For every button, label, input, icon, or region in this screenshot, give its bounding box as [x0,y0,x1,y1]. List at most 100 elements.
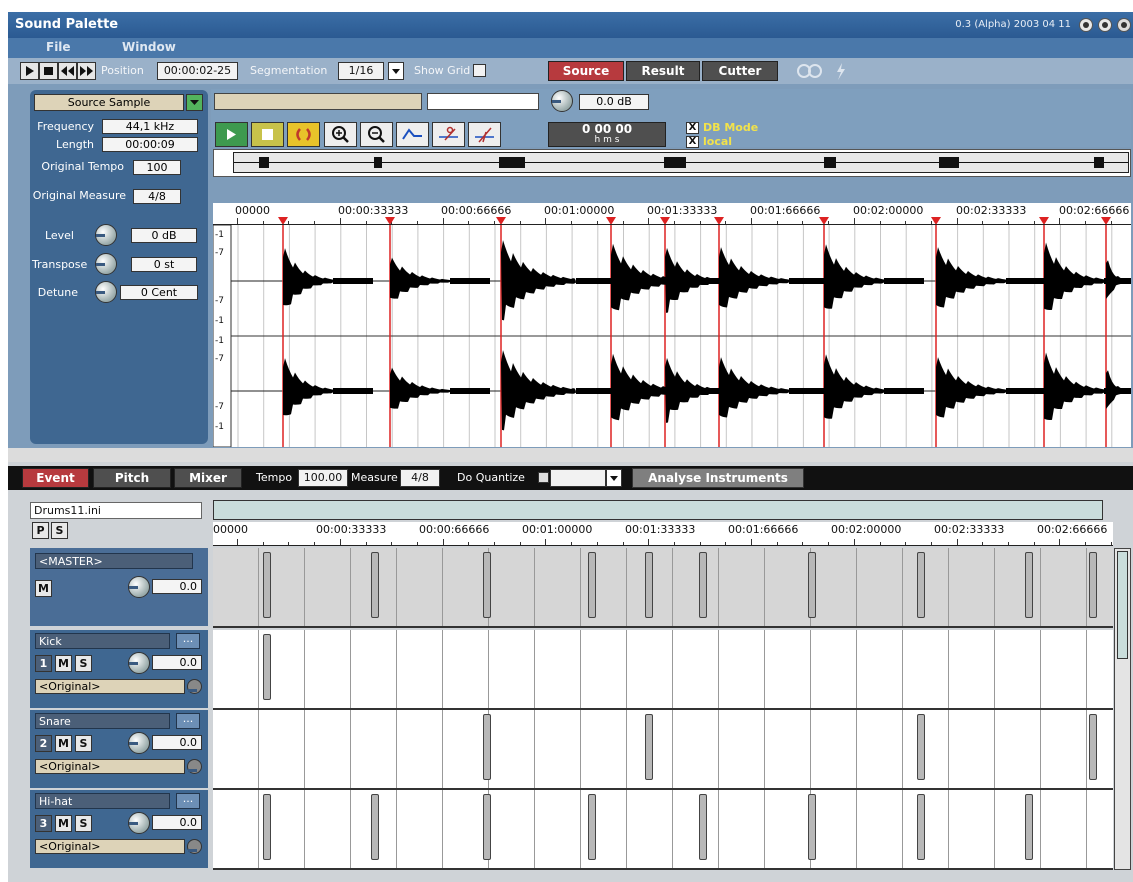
menu-file[interactable]: File [46,40,71,54]
master-mute-button[interactable]: M [35,580,52,597]
tracks-scrollbar[interactable] [1114,548,1131,870]
drum-event[interactable] [1089,552,1097,618]
hihat-volume-field[interactable]: 0.0 [152,815,202,830]
instrument-file-field[interactable]: Drums11.ini [30,502,202,519]
wave-stop-button[interactable] [251,122,284,147]
hihat-volume-knob[interactable] [128,812,150,834]
frequency-field[interactable]: 44,1 kHz [102,119,198,134]
kick-mute-button[interactable]: M [55,655,72,672]
source-sample-dropdown[interactable] [186,94,203,111]
zoom-in-button[interactable] [324,122,357,147]
onset-marker-icon[interactable] [819,217,829,224]
onset-marker-icon[interactable] [1101,217,1111,224]
do-quantize-checkbox[interactable] [538,472,549,483]
tab-event[interactable]: Event [22,468,89,488]
drum-event[interactable] [699,794,707,860]
hihat-preset-knob[interactable] [187,839,202,854]
tab-cutter[interactable]: Cutter [702,61,778,81]
drum-event[interactable] [917,794,925,860]
loop-button[interactable] [287,122,320,147]
drum-event[interactable] [263,634,271,700]
snare-more-button[interactable]: ... [176,713,200,729]
onset-marker-icon[interactable] [660,217,670,224]
segmentation-dropdown[interactable] [388,62,404,80]
rewind-button[interactable] [58,62,77,80]
drum-event[interactable] [808,552,816,618]
link-icon[interactable] [795,63,825,79]
kick-volume-knob[interactable] [128,652,150,674]
onset-marker-icon[interactable] [496,217,506,224]
kick-more-button[interactable]: ... [176,633,200,649]
original-tempo-field[interactable]: 100 [133,160,181,175]
measure-field[interactable]: 4/8 [400,469,440,487]
local-checkbox[interactable]: X [686,136,699,148]
gain-field[interactable]: 0.0 dB [579,94,649,110]
drum-event[interactable] [263,794,271,860]
drum-event[interactable] [263,552,271,618]
drum-event[interactable] [588,794,596,860]
hihat-mute-button[interactable]: M [55,815,72,832]
analyse-instruments-button[interactable]: Analyse Instruments [632,468,804,488]
fast-forward-button[interactable] [77,62,96,80]
snare-mute-button[interactable]: M [55,735,72,752]
drum-event[interactable] [371,552,379,618]
hihat-lane[interactable] [213,790,1113,870]
drum-event[interactable] [699,552,707,618]
plugin-icon[interactable] [830,61,850,81]
db-mode-checkbox[interactable]: X [686,122,699,134]
level-knob[interactable] [95,224,117,246]
drum-event[interactable] [1025,794,1033,860]
show-grid-checkbox[interactable] [473,64,486,77]
scrollbar-thumb[interactable] [1117,551,1128,659]
tab-result[interactable]: Result [626,61,700,81]
transpose-knob[interactable] [95,253,117,275]
timeline-overview-bar[interactable] [213,500,1103,520]
master-lane[interactable] [213,548,1113,628]
snare-volume-knob[interactable] [128,732,150,754]
envelope-button[interactable] [396,122,429,147]
hihat-preset-select[interactable]: <Original> [35,839,185,854]
quantize-dropdown[interactable] [606,469,622,487]
minimize-icon[interactable] [1079,18,1093,32]
drum-event[interactable] [808,794,816,860]
snare-preset-select[interactable]: <Original> [35,759,185,774]
drum-event[interactable] [483,794,491,860]
drum-event[interactable] [371,794,379,860]
kick-volume-field[interactable]: 0.0 [152,655,202,670]
wave-overview[interactable] [233,152,1129,173]
wave-play-button[interactable] [215,122,248,147]
drum-event[interactable] [917,714,925,780]
waveform-view[interactable]: -1 -7 -7 -1 -1 -7 -7 -1 [213,225,1131,447]
hihat-solo-button[interactable]: S [75,815,92,832]
kick-preset-select[interactable]: <Original> [35,679,185,694]
drum-event[interactable] [483,552,491,618]
snare-preset-knob[interactable] [187,759,202,774]
maximize-icon[interactable] [1098,18,1112,32]
s-button[interactable]: S [51,522,68,539]
length-field[interactable]: 00:00:09 [102,137,198,152]
drum-event[interactable] [917,552,925,618]
level-field[interactable]: 0 dB [131,228,197,243]
sample-info-field[interactable] [427,93,539,110]
master-volume-field[interactable]: 0.0 [152,579,202,594]
split-button[interactable] [468,122,501,147]
onset-marker-icon[interactable] [606,217,616,224]
detune-knob[interactable] [95,281,117,303]
play-button[interactable] [20,62,39,80]
drum-event[interactable] [645,552,653,618]
sample-name-field[interactable] [214,93,422,110]
kick-solo-button[interactable]: S [75,655,92,672]
master-volume-knob[interactable] [128,576,150,598]
tab-source[interactable]: Source [548,61,624,81]
snare-solo-button[interactable]: S [75,735,92,752]
kick-preset-knob[interactable] [187,679,202,694]
detune-field[interactable]: 0 Cent [120,285,198,300]
transpose-field[interactable]: 0 st [131,257,197,272]
kick-lane[interactable] [213,630,1113,710]
drum-event[interactable] [588,552,596,618]
p-button[interactable]: P [32,522,49,539]
original-measure-field[interactable]: 4/8 [133,189,181,204]
onset-marker-icon[interactable] [278,217,288,224]
segmentation-select[interactable]: 1/16 [338,62,384,80]
snare-lane[interactable] [213,710,1113,790]
